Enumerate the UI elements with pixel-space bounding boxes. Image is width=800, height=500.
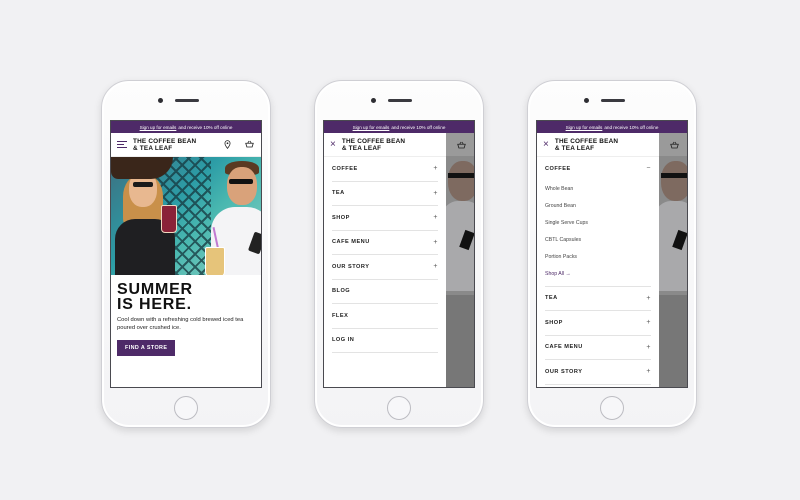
front-camera <box>158 98 163 103</box>
find-store-button[interactable]: FIND A STORE <box>117 340 176 356</box>
logo-line2: & TEA LEAF <box>341 144 382 152</box>
submenu-whole-bean[interactable]: Whole Bean <box>545 181 651 198</box>
promo-text: and receive 10% off online <box>178 124 233 130</box>
shop-all-link[interactable]: Shop All → <box>545 266 651 287</box>
menu-item-coffee[interactable]: COFFEE + <box>332 157 438 182</box>
signup-link[interactable]: Sign up for emails <box>566 125 603 130</box>
menu-item-our-story[interactable]: OUR STORY + <box>332 255 438 280</box>
front-camera <box>371 98 376 103</box>
menu-screen: Sign up for emails and receive 10% off o… <box>323 120 475 388</box>
nav-drawer: × THE COFFEE BEAN & TEA LEAF COFFEE − Who… <box>537 133 659 387</box>
minus-icon: − <box>646 165 651 173</box>
menu-item-coffee-open[interactable]: COFFEE − <box>545 157 651 181</box>
nav-drawer: × THE COFFEE BEAN & TEA LEAF COFFEE + TEA… <box>324 133 446 387</box>
hero-subtext: Cool down with a refreshing cold brewed … <box>117 317 244 331</box>
submenu-ground-bean[interactable]: Ground Bean <box>545 198 651 215</box>
submenu-single-serve-cups[interactable]: Single Serve Cups <box>545 215 651 232</box>
basket-icon[interactable] <box>669 141 679 149</box>
menu-item-cafe-menu[interactable]: CAFE MENU + <box>545 336 651 360</box>
promo-text: and receive 10% off online <box>604 124 659 130</box>
promo-banner: Sign up for emails and receive 10% off o… <box>324 121 474 133</box>
home-button[interactable] <box>600 396 624 420</box>
menu-item-flex[interactable]: FLEX <box>332 304 438 329</box>
logo-line2: & TEA LEAF <box>554 144 595 152</box>
menu-item-blog[interactable]: BLOG <box>332 280 438 304</box>
plus-icon: + <box>433 214 438 222</box>
plus-icon: + <box>433 189 438 197</box>
plus-icon: + <box>646 294 651 302</box>
basket-icon[interactable] <box>456 141 466 149</box>
menu-item-tea[interactable]: TEA + <box>332 182 438 206</box>
menu-expanded-screen: Sign up for emails and receive 10% off o… <box>536 120 688 388</box>
promo-banner: Sign up for emails and receive 10% off o… <box>537 121 687 133</box>
promo-text: and receive 10% off online <box>391 124 446 130</box>
phone-menu: Sign up for emails and receive 10% off o… <box>314 80 484 428</box>
plus-icon: + <box>433 263 438 271</box>
brand-logo[interactable]: THE COFFEE BEAN & TEA LEAF <box>555 138 618 152</box>
hamburger-menu-icon[interactable] <box>117 140 127 149</box>
phone-menu-expanded: Sign up for emails and receive 10% off o… <box>527 80 697 428</box>
hero-content: SUMMER IS HERE. Cool down with a refresh… <box>111 275 261 356</box>
earpiece-speaker <box>388 99 412 102</box>
brand-logo[interactable]: THE COFFEE BEAN & TEA LEAF <box>133 138 196 152</box>
drawer-header: × THE COFFEE BEAN & TEA LEAF <box>537 133 659 157</box>
home-button[interactable] <box>387 396 411 420</box>
earpiece-speaker <box>601 99 625 102</box>
page-overlay[interactable] <box>446 133 474 387</box>
close-icon[interactable]: × <box>330 139 336 150</box>
brand-logo[interactable]: THE COFFEE BEAN & TEA LEAF <box>342 138 405 152</box>
arrow-right-icon: → <box>565 271 571 277</box>
logo-line1: THE COFFEE BEAN <box>133 137 197 145</box>
headline-line1: SUMMER <box>117 281 193 298</box>
signup-link[interactable]: Sign up for emails <box>353 125 390 130</box>
location-pin-icon[interactable] <box>224 140 231 149</box>
menu-item-log-in[interactable]: LOG IN <box>332 329 438 353</box>
signup-link[interactable]: Sign up for emails <box>140 125 177 130</box>
page-overlay[interactable] <box>659 133 687 387</box>
earpiece-speaker <box>175 99 199 102</box>
logo-line1: THE COFFEE BEAN <box>554 137 619 145</box>
menu-item-our-story[interactable]: OUR STORY + <box>545 360 651 385</box>
submenu-portion-packs[interactable]: Portion Packs <box>545 249 651 266</box>
plus-icon: + <box>646 319 651 327</box>
promo-banner: Sign up for emails and receive 10% off o… <box>111 121 261 133</box>
drawer-header: × THE COFFEE BEAN & TEA LEAF <box>324 133 446 157</box>
site-header: THE COFFEE BEAN & TEA LEAF <box>111 133 261 157</box>
phone-home: Sign up for emails and receive 10% off o… <box>101 80 271 428</box>
menu-item-shop[interactable]: SHOP + <box>545 311 651 336</box>
hero-headline: SUMMER IS HERE. <box>117 281 255 313</box>
header-icons <box>224 140 254 149</box>
plus-icon: + <box>646 368 651 376</box>
logo-line2: & TEA LEAF <box>133 144 173 152</box>
menu-item-cafe-menu[interactable]: CAFE MENU + <box>332 231 438 255</box>
nav-menu: COFFEE − Whole Bean Ground Bean Single Se… <box>537 157 659 385</box>
headline-line2: IS HERE. <box>117 296 192 313</box>
close-icon[interactable]: × <box>543 139 549 150</box>
logo-line1: THE COFFEE BEAN <box>341 137 406 145</box>
home-screen: Sign up for emails and receive 10% off o… <box>110 120 262 388</box>
menu-item-tea[interactable]: TEA + <box>545 287 651 311</box>
menu-item-shop[interactable]: SHOP + <box>332 206 438 231</box>
plus-icon: + <box>433 238 438 246</box>
front-camera <box>584 98 589 103</box>
plus-icon: + <box>433 165 438 173</box>
home-button[interactable] <box>174 396 198 420</box>
plus-icon: + <box>646 343 651 351</box>
nav-menu: COFFEE + TEA + SHOP + CAFE MENU + OUR STORY +… <box>324 157 446 353</box>
submenu-cbtl-capsules[interactable]: CBTL Capsules <box>545 232 651 249</box>
basket-icon[interactable] <box>245 140 254 148</box>
hero-image <box>111 157 261 275</box>
